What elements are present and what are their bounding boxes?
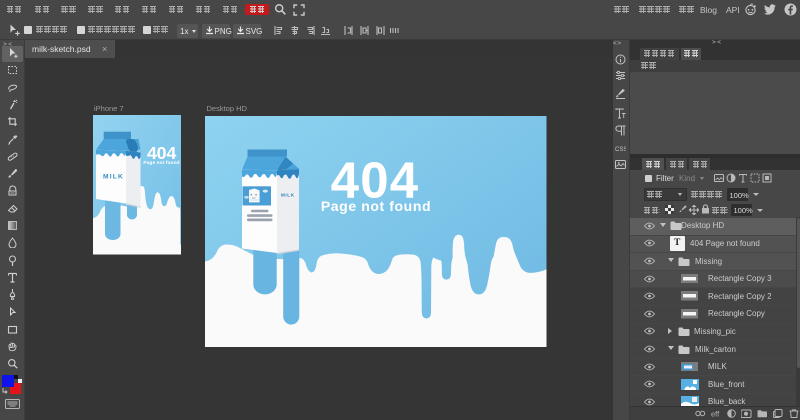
svg-text:eff: eff bbox=[711, 409, 720, 418]
svg-text:Page not found: Page not found bbox=[321, 197, 431, 213]
svg-text:MILK: MILK bbox=[281, 192, 295, 197]
svg-text:MILK: MILK bbox=[103, 174, 124, 181]
svg-text:Page not found: Page not found bbox=[143, 160, 179, 166]
svg-text:CSS: CSS bbox=[615, 147, 626, 153]
